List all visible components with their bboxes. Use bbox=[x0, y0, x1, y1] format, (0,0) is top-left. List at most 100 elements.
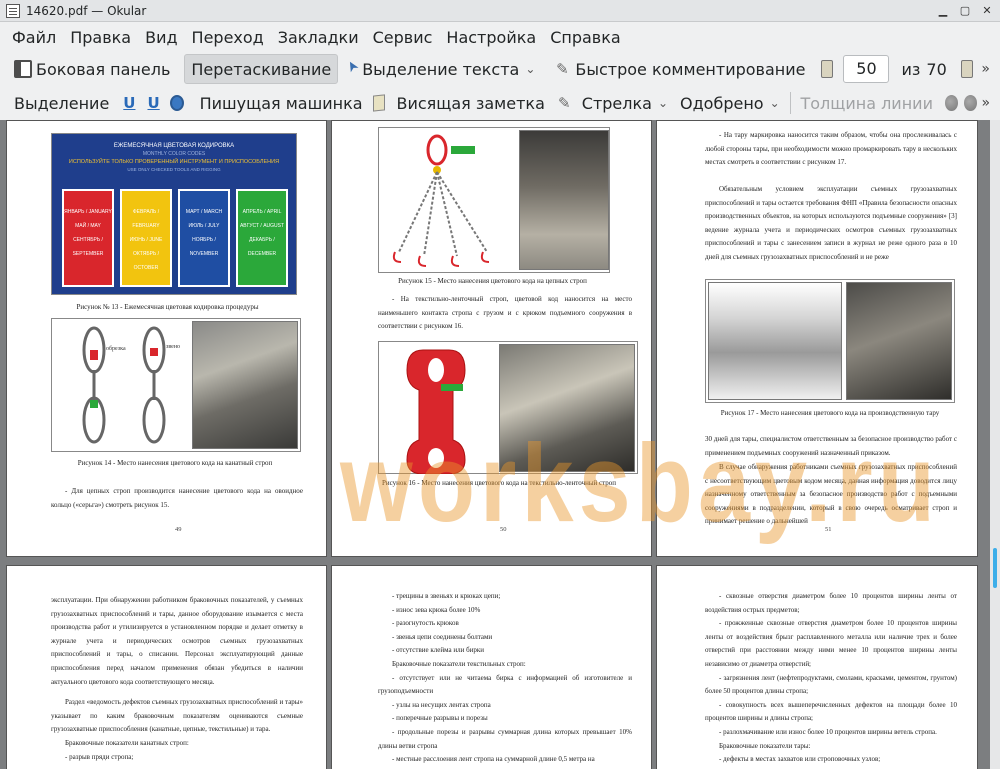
selection-tool-label: Выделение bbox=[14, 93, 110, 113]
p53-line: Браковочные показатели текстильных строп… bbox=[392, 659, 526, 668]
menu-file[interactable]: Файл bbox=[5, 28, 63, 47]
chevron-down-icon[interactable]: ⌄ bbox=[658, 96, 668, 110]
sidebar-icon bbox=[14, 60, 32, 78]
previous-page-icon[interactable] bbox=[821, 60, 834, 78]
next-page-icon[interactable] bbox=[960, 60, 973, 78]
wire-rope-sling-drawing: обрезка звено bbox=[82, 326, 180, 444]
p49-text: - Для цепных строп производится нанесени… bbox=[51, 487, 303, 509]
menu-settings[interactable]: Настройка bbox=[439, 28, 543, 47]
toolbar-overflow-icon[interactable]: » bbox=[981, 61, 990, 77]
minimize-icon[interactable]: ▁ bbox=[936, 4, 950, 18]
typewriter-button[interactable]: Пишущая машинка bbox=[194, 88, 369, 118]
pdf-page-50: Рисунок 15 - Место нанесения цветового к… bbox=[331, 120, 652, 557]
menu-edit[interactable]: Правка bbox=[63, 28, 138, 47]
figure-14: обрезка звено bbox=[51, 318, 301, 452]
p52-text-4: - разрыв пряди стропа; bbox=[65, 753, 134, 761]
figure-17 bbox=[705, 279, 955, 403]
drag-mode-label: Перетаскивание bbox=[191, 59, 332, 79]
underline-icon[interactable]: U bbox=[123, 94, 135, 112]
page-number-50: 50 bbox=[500, 526, 507, 533]
label-a: обрезка bbox=[106, 345, 126, 352]
p54-text: - сквозные отверстия диаметром более 10 … bbox=[705, 590, 957, 767]
title-bar: 14620.pdf — Okular ▁ ▢ ✕ bbox=[0, 0, 1000, 22]
okular-app-icon bbox=[6, 3, 20, 18]
typewriter-label: Пишущая машинка bbox=[199, 93, 363, 113]
p52-text-3: Браковочные показатели канатных строп: bbox=[65, 739, 189, 747]
page-total: 70 bbox=[926, 59, 947, 79]
p53-line: - местные расслоения лент стропа на сумм… bbox=[392, 755, 595, 764]
toolbar-overflow-icon[interactable]: » bbox=[981, 95, 990, 111]
chevron-down-icon[interactable]: ⌄ bbox=[770, 96, 780, 110]
p53-line: - продольные порезы и разрывы суммарная … bbox=[378, 727, 632, 750]
label-b: звено bbox=[166, 344, 180, 350]
p52-text-1: эксплуатации. При обнаружении работником… bbox=[51, 596, 303, 686]
approved-stamp-button[interactable]: Одобрено ⌄ bbox=[674, 88, 786, 118]
p53-line: - износ зева крюка более 10% bbox=[392, 605, 481, 614]
menu-bar: Файл Правка Вид Переход Закладки Сервис … bbox=[0, 22, 1000, 52]
figure-15 bbox=[378, 127, 610, 273]
container-photo bbox=[846, 282, 952, 400]
text-select-button[interactable]: Выделение текста ⌄ bbox=[342, 54, 541, 84]
p54-line: - загрязнения лент (нефтепродуктами, смо… bbox=[705, 673, 957, 696]
arrow-tool-label: Стрелка bbox=[581, 93, 652, 113]
p54-line: - прожженные сквозные отверстия диаметро… bbox=[705, 619, 957, 668]
menu-help[interactable]: Справка bbox=[543, 28, 628, 47]
vertical-scrollbar[interactable] bbox=[990, 120, 1000, 769]
color-icon[interactable] bbox=[944, 95, 959, 111]
p52-text-2: Раздел «ведомость дефектов съемных грузо… bbox=[51, 698, 303, 734]
pdf-page-49: ЕЖЕМЕСЯЧНАЯ ЦВЕТОВАЯ КОДИРОВКА MONTHLY C… bbox=[6, 120, 327, 557]
pen-icon: ✎ bbox=[556, 60, 569, 78]
close-icon[interactable]: ✕ bbox=[980, 4, 994, 18]
menu-go[interactable]: Переход bbox=[185, 28, 271, 47]
figure-15-caption: Рисунок 15 - Место нанесения цветового к… bbox=[398, 277, 587, 285]
note-icon[interactable] bbox=[372, 94, 385, 112]
sidebar-toggle-button[interactable]: Боковая панель bbox=[8, 54, 176, 84]
pdf-page-53: - трещины в звеньях и крюках цепи; - изно… bbox=[331, 565, 652, 769]
p53-line: - разогнутость крюков bbox=[392, 619, 459, 628]
popup-note-button[interactable]: Висящая заметка bbox=[390, 88, 550, 118]
p54-line: - разлохмачивание или износ более 10 про… bbox=[719, 727, 937, 736]
menu-view[interactable]: Вид bbox=[138, 28, 184, 47]
textile-sling-photo bbox=[499, 344, 635, 472]
color-code-poster: ЕЖЕМЕСЯЧНАЯ ЦВЕТОВАЯ КОДИРОВКА MONTHLY C… bbox=[51, 133, 297, 295]
figure-17-caption: Рисунок 17 - Место нанесения цветового к… bbox=[720, 409, 940, 417]
p51-text-2: Обязательным условием эксплуатации съемн… bbox=[705, 185, 957, 261]
toolbar-separator bbox=[789, 92, 791, 114]
scrollbar-thumb[interactable] bbox=[993, 548, 997, 588]
chevron-down-icon[interactable]: ⌄ bbox=[525, 62, 535, 76]
pdf-page-51: - На тару маркировка наносится таким обр… bbox=[656, 120, 978, 557]
p51-text-1: - На тару маркировка наносится таким обр… bbox=[705, 131, 957, 167]
arrow-tool-button[interactable]: Стрелка ⌄ bbox=[576, 88, 674, 118]
menu-tools[interactable]: Сервис bbox=[366, 28, 440, 47]
menu-bookmarks[interactable]: Закладки bbox=[271, 28, 366, 47]
chain-sling-photo bbox=[519, 130, 609, 270]
drag-mode-button[interactable]: Перетаскивание bbox=[184, 54, 339, 84]
popup-note-label: Висящая заметка bbox=[396, 93, 545, 113]
p54-line: - сквозные отверстия диаметром более 10 … bbox=[705, 592, 957, 614]
p53-line: - поперечные разрывы и порезы bbox=[392, 714, 488, 723]
quick-comment-label: Быстрое комментирование bbox=[575, 59, 806, 79]
document-view[interactable]: ЕЖЕМЕСЯЧНАЯ ЦВЕТОВАЯ КОДИРОВКА MONTHLY C… bbox=[0, 120, 990, 769]
p54-line: Браковочные показатели тары: bbox=[719, 741, 811, 750]
arrow-pen-icon[interactable]: ✎ bbox=[557, 94, 572, 112]
pdf-page-54: - сквозные отверстия диаметром более 10 … bbox=[656, 565, 978, 769]
p53-line: - отсутствие клейма или бирки bbox=[392, 646, 485, 655]
poster-block-yellow: ФЕВРАЛЬ / FEBRUARY ИЮНЬ / JUNE ОКТЯБРЬ / O… bbox=[120, 189, 172, 287]
stamp-icon[interactable] bbox=[169, 95, 184, 111]
opacity-icon[interactable] bbox=[964, 95, 978, 111]
squiggle-underline-icon[interactable]: U bbox=[147, 94, 159, 112]
window-title: 14620.pdf — Okular bbox=[26, 3, 147, 18]
maximize-icon[interactable]: ▢ bbox=[958, 4, 972, 18]
page-number-input[interactable]: 50 bbox=[843, 55, 890, 83]
selection-tool-button[interactable]: Выделение bbox=[8, 88, 115, 118]
approved-stamp-label: Одобрено bbox=[680, 93, 764, 113]
quick-comment-button[interactable]: ✎ Быстрое комментирование bbox=[547, 54, 811, 84]
p53-line: - трещины в звеньях и крюках цепи; bbox=[392, 592, 501, 600]
line-width-button[interactable]: Толщина линии bbox=[794, 88, 939, 118]
poster-subtitle: MONTHLY COLOR CODES bbox=[142, 151, 206, 157]
line-width-label: Толщина линии bbox=[800, 93, 933, 113]
rope-sling-photo bbox=[192, 321, 298, 449]
p53-line: - звенья цепи соединены болтами bbox=[392, 632, 493, 641]
poster-line-2: USE ONLY CHECKED TOOLS AND RIGGING bbox=[127, 167, 221, 172]
p51-text-3: 30 дней для тары, специалистом ответстве… bbox=[705, 435, 957, 457]
